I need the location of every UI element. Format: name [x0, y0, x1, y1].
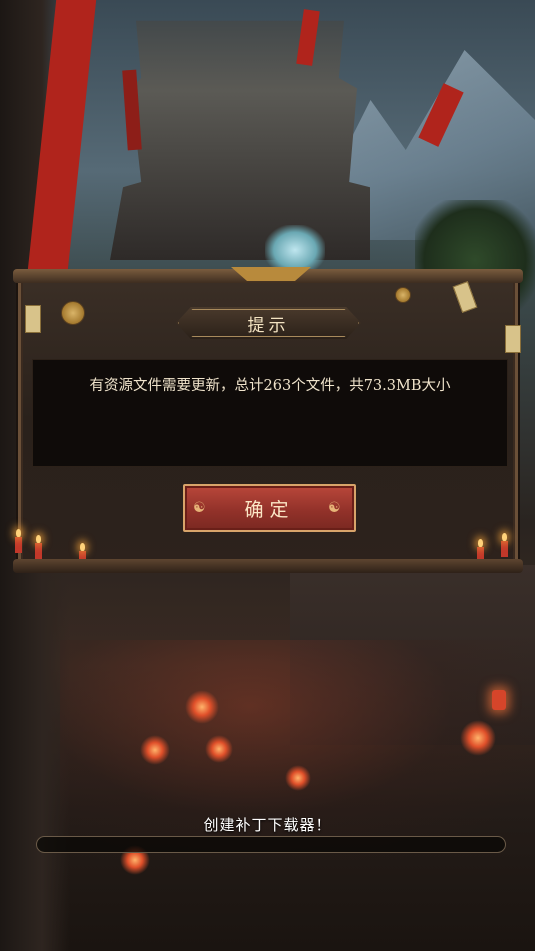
candle-glow [460, 720, 496, 756]
lantern [492, 690, 506, 710]
talisman-icon [505, 325, 521, 353]
candle-glow [285, 765, 311, 791]
talisman-icon [452, 281, 478, 313]
dialog-frame-bottom [13, 559, 523, 573]
swirl-icon: ☯ [193, 500, 206, 516]
candle-icon [35, 535, 42, 559]
temple-tower [110, 20, 370, 260]
coin-icon [395, 287, 411, 303]
update-dialog: 提示 有资源文件需要更新，总计263个文件，共73.3MB大小 ☯ 确定 ☯ [13, 267, 523, 573]
dialog-title-plate: 提示 [176, 307, 361, 339]
candle-glow [185, 690, 219, 724]
swirl-icon: ☯ [328, 500, 341, 516]
status-text: 创建补丁下载器！ [203, 816, 332, 834]
talisman-icon [25, 305, 41, 333]
message-box: 有资源文件需要更新，总计263个文件，共73.3MB大小 [32, 359, 508, 467]
dialog-message: 有资源文件需要更新，总计263个文件，共73.3MB大小 [89, 378, 451, 394]
candle-glow [205, 735, 233, 763]
coin-icon [61, 301, 85, 325]
confirm-button[interactable]: ☯ 确定 ☯ [183, 484, 356, 532]
candle-icon [15, 529, 22, 553]
dialog-title: 提示 [247, 315, 290, 336]
candle-glow [140, 735, 170, 765]
progress-bar [36, 836, 506, 853]
confirm-button-label: 确定 [244, 498, 295, 521]
candle-icon [501, 533, 508, 557]
